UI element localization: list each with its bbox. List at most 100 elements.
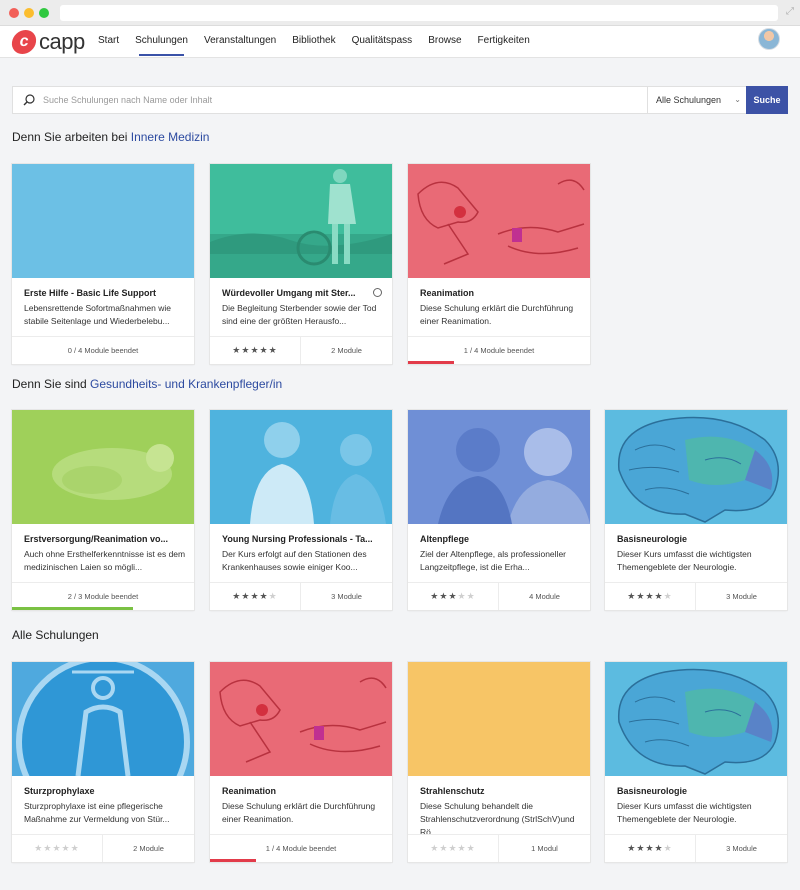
course-card[interactable]: Reanimation Diese Schulung erklärt die D… bbox=[210, 662, 392, 862]
section-link-department[interactable]: Innere Medizin bbox=[131, 130, 210, 144]
star-icon: ★ bbox=[259, 345, 269, 355]
card-footer: ★★★★★ 3 Module bbox=[605, 582, 787, 610]
course-title: Altenpflege bbox=[420, 534, 470, 544]
search-button[interactable]: Suche bbox=[746, 86, 788, 114]
close-window-button[interactable] bbox=[9, 8, 19, 18]
course-card[interactable]: Altenpflege Ziel der Altenpflege, als pr… bbox=[408, 410, 590, 610]
course-image bbox=[408, 164, 590, 278]
course-description: Ziel der Altenpflege, als professionelle… bbox=[420, 549, 566, 572]
nav-qualitaetspass[interactable]: Qualitätspass bbox=[344, 26, 421, 58]
module-count: 2 Module bbox=[133, 844, 164, 853]
rating-stars: ★★★★★ bbox=[605, 583, 696, 610]
nav-start[interactable]: Start bbox=[90, 26, 127, 58]
section-title-department: Denn Sie arbeiten bei Innere Medizin bbox=[12, 130, 209, 144]
course-title: Würdevoller Umgang mit Ster... bbox=[222, 288, 356, 298]
section-link-profession[interactable]: Gesundheits- und Krankenpfleger/in bbox=[90, 377, 282, 391]
section-title-all-courses: Alle Schulungen bbox=[12, 628, 99, 642]
course-title: Basisneurologie bbox=[617, 786, 688, 796]
status-circle-icon bbox=[373, 288, 382, 297]
star-icon: ★ bbox=[250, 345, 260, 355]
star-icon: ★ bbox=[663, 843, 673, 853]
search-input[interactable] bbox=[43, 87, 643, 113]
course-image bbox=[12, 662, 194, 776]
course-progress-text: 0 / 4 Module beendet bbox=[67, 346, 139, 355]
star-icon: ★ bbox=[663, 591, 673, 601]
star-icon: ★ bbox=[61, 843, 71, 853]
course-progress-text: 1 / 4 Module beendet bbox=[265, 844, 337, 853]
nav-browse[interactable]: Browse bbox=[420, 26, 469, 58]
module-count: 2 Module bbox=[331, 346, 362, 355]
star-icon: ★ bbox=[232, 591, 242, 601]
course-card[interactable]: Young Nursing Professionals - Ta... Der … bbox=[210, 410, 392, 610]
course-description: Der Kurs erfolgt auf den Stationen des K… bbox=[222, 549, 367, 572]
course-card[interactable]: Strahlenschutz Diese Schulung behandelt … bbox=[408, 662, 590, 862]
card-footer: ★★★★★ 3 Module bbox=[605, 834, 787, 862]
module-count: 1 Modul bbox=[531, 844, 558, 853]
card-footer: ★★★★★ 2 Module bbox=[12, 834, 194, 862]
star-icon: ★ bbox=[232, 345, 242, 355]
user-avatar[interactable] bbox=[758, 28, 780, 50]
star-icon: ★ bbox=[268, 345, 278, 355]
course-card[interactable]: Erste Hilfe - Basic Life Support Lebensr… bbox=[12, 164, 194, 364]
course-card[interactable]: Würdevoller Umgang mit Ster... Die Begle… bbox=[210, 164, 392, 364]
logo[interactable]: c capp bbox=[10, 29, 85, 55]
search-bar: Alle Schulungen ⌄ Suche bbox=[12, 86, 788, 114]
nav-bibliothek[interactable]: Bibliothek bbox=[284, 26, 343, 58]
course-card[interactable]: Reanimation Diese Schulung erklärt die D… bbox=[408, 164, 590, 364]
course-image bbox=[210, 410, 392, 524]
card-footer: ★★★★★ 2 Module bbox=[210, 336, 392, 364]
nav-fertigkeiten[interactable]: Fertigkeiten bbox=[470, 26, 538, 58]
course-filter-select[interactable]: Alle Schulungen ⌄ bbox=[647, 87, 747, 113]
course-description: Auch ohne Ersthelferkenntnisse ist es de… bbox=[24, 549, 186, 572]
section-prefix: Alle Schulungen bbox=[12, 628, 99, 642]
address-bar[interactable] bbox=[60, 5, 778, 21]
logo-mark: c bbox=[10, 30, 38, 54]
course-title: Young Nursing Professionals - Ta... bbox=[222, 534, 373, 544]
progress-bar bbox=[210, 859, 256, 862]
card-footer: 1 / 4 Module beendet bbox=[210, 834, 392, 862]
rating-stars: ★★★★★ bbox=[12, 835, 103, 862]
nav-schulungen[interactable]: Schulungen bbox=[127, 26, 196, 58]
course-image bbox=[605, 662, 787, 776]
star-icon: ★ bbox=[627, 591, 637, 601]
card-footer: ★★★★★ 1 Modul bbox=[408, 834, 590, 862]
course-card[interactable]: Basisneurologie Dieser Kurs umfasst die … bbox=[605, 662, 787, 862]
module-count: 3 Module bbox=[726, 844, 757, 853]
card-footer: 0 / 4 Module beendet bbox=[12, 336, 194, 364]
course-title: Reanimation bbox=[420, 288, 475, 298]
section-prefix: Denn Sie arbeiten bei bbox=[12, 130, 131, 144]
course-description: Die Begleitung Sterbender sowie der Tod … bbox=[222, 303, 377, 326]
course-description: Lebensrettende Sofortmaßnahmen wie stabi… bbox=[24, 303, 171, 326]
course-image bbox=[408, 410, 590, 524]
course-title: Erstversorgung/Reanimation vo... bbox=[24, 534, 169, 544]
course-card[interactable]: Basisneurologie Dieser Kurs umfasst die … bbox=[605, 410, 787, 610]
star-icon: ★ bbox=[268, 591, 278, 601]
course-card[interactable]: Sturzprophylaxe Sturzprophylaxe ist eine… bbox=[12, 662, 194, 862]
star-icon: ★ bbox=[457, 843, 467, 853]
star-icon: ★ bbox=[466, 843, 476, 853]
rating-stars: ★★★★★ bbox=[210, 583, 301, 610]
search-icon bbox=[23, 94, 35, 106]
maximize-window-button[interactable] bbox=[39, 8, 49, 18]
star-icon: ★ bbox=[430, 591, 440, 601]
star-icon: ★ bbox=[645, 591, 655, 601]
course-description: Diese Schulung erklärt die Durchführung … bbox=[420, 303, 574, 326]
star-icon: ★ bbox=[70, 843, 80, 853]
nav-veranstaltungen[interactable]: Veranstaltungen bbox=[196, 26, 284, 58]
minimize-window-button[interactable] bbox=[24, 8, 34, 18]
section-prefix: Denn Sie sind bbox=[12, 377, 91, 391]
star-icon: ★ bbox=[250, 591, 260, 601]
section-title-profession: Denn Sie sind Gesundheits- und Krankenpf… bbox=[12, 377, 282, 391]
course-description: Dieser Kurs umfasst die wichtigsten Them… bbox=[617, 801, 752, 824]
star-icon: ★ bbox=[457, 591, 467, 601]
course-image bbox=[408, 662, 590, 776]
course-card[interactable]: Erstversorgung/Reanimation vo... Auch oh… bbox=[12, 410, 194, 610]
logo-text: capp bbox=[39, 29, 85, 54]
course-description: Dieser Kurs umfasst die wichtigsten Them… bbox=[617, 549, 752, 572]
module-count: 4 Module bbox=[529, 592, 560, 601]
rating-stars: ★★★★★ bbox=[408, 583, 499, 610]
expand-icon[interactable]: ⤢ bbox=[786, 6, 794, 18]
star-icon: ★ bbox=[645, 843, 655, 853]
star-icon: ★ bbox=[654, 591, 664, 601]
module-count: 3 Module bbox=[726, 592, 757, 601]
